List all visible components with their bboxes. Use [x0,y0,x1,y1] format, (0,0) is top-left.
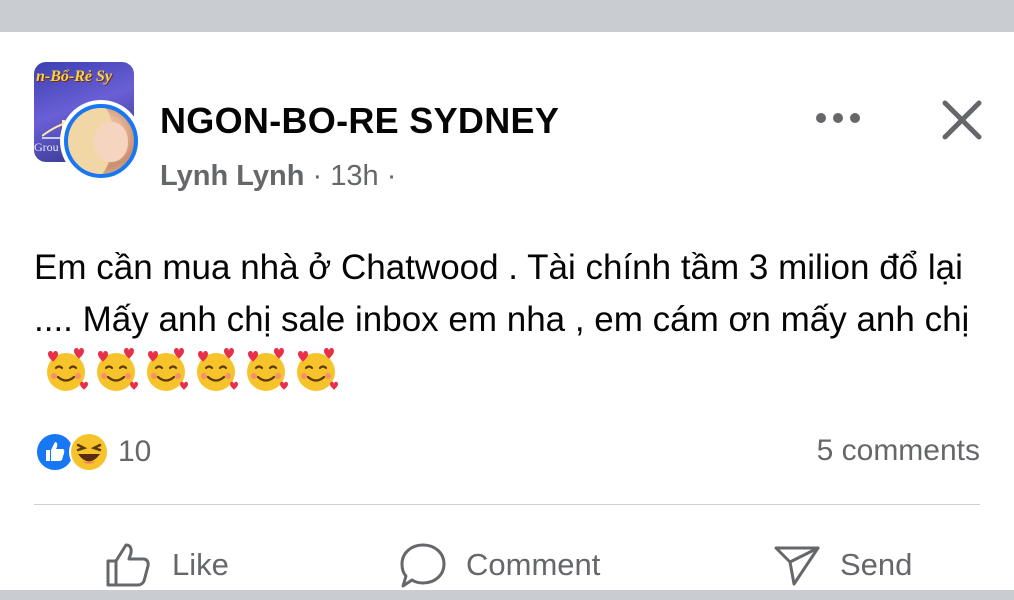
more-options-button[interactable] [812,98,864,138]
smiling-face-with-hearts-icon [197,348,238,391]
smiling-face-with-hearts-icon [97,348,138,391]
author-name[interactable]: Lynh Lynh [160,160,304,192]
group-avatar-text: n-Bổ-Rẻ Sy [36,68,112,85]
like-button[interactable]: Like [102,537,229,593]
privacy-separator: · [386,160,397,192]
reaction-count: 10 [118,435,152,468]
emoji-row [40,346,340,409]
like-label: Like [172,547,229,582]
smiling-face-with-hearts-icon [47,348,88,391]
author-avatar[interactable] [60,100,142,182]
post-meta: Lynh Lynh · 13h · [160,160,396,193]
smiling-face-with-hearts-icon [247,348,288,391]
group-name[interactable]: NGON-BO-RE SYDNEY [160,100,559,142]
divider [34,504,980,505]
more-dots-icon [816,113,860,123]
post-card: n-Bổ-Rẻ Sy Grou NGON-BO-RE SYDNEY Lynh L… [0,32,1014,590]
haha-icon [69,432,109,472]
post-time[interactable]: 13h [330,160,378,192]
post-body: Em cần mua nhà ở Chatwood . Tài chính tầ… [34,242,984,409]
comment-button[interactable]: Comment [398,537,600,593]
smiling-face-with-hearts-icon [147,348,188,391]
group-avatar-text-bottom: Grou [34,140,59,154]
meta-separator: · [312,160,323,192]
send-label: Send [840,547,913,582]
comments-count[interactable]: 5 comments [817,434,980,468]
reaction-summary[interactable]: 10 [34,430,151,474]
close-icon [942,100,982,140]
close-button[interactable] [934,94,990,146]
smiling-face-with-hearts-icon [297,348,338,391]
send-button[interactable]: Send [772,537,912,593]
send-icon [774,546,820,586]
like-outline-icon [106,543,150,587]
post-body-text: Em cần mua nhà ở Chatwood . Tài chính tầ… [34,248,970,339]
comment-label: Comment [466,547,601,582]
comment-icon [400,543,446,588]
